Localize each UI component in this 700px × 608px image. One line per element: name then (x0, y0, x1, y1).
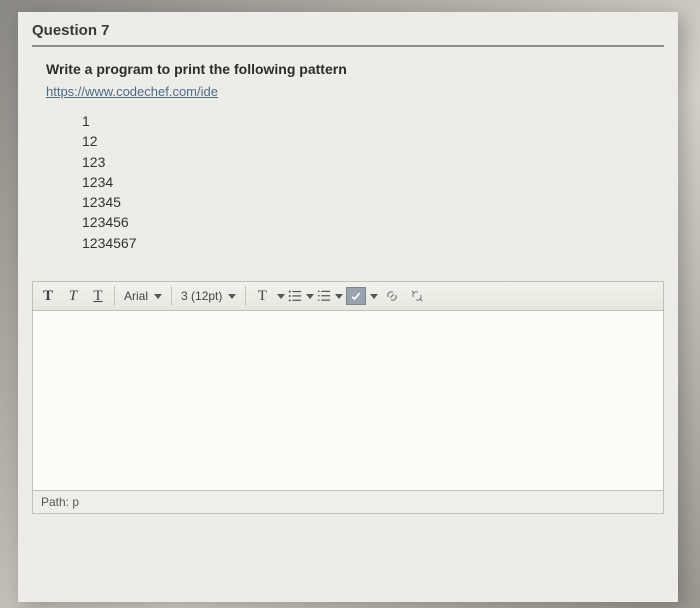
question-prompt: Write a program to print the following p… (46, 61, 664, 77)
pattern-line: 123456 (82, 212, 664, 232)
pattern-line: 123 (82, 152, 664, 172)
number-list-icon (317, 289, 331, 303)
font-family-label: Arial (124, 289, 148, 303)
bullet-list-icon (288, 289, 302, 303)
font-size-select[interactable]: 3 (12pt) (177, 285, 240, 307)
text-color-icon: T (251, 285, 273, 307)
separator (245, 286, 246, 306)
bullet-list-button[interactable] (288, 289, 314, 303)
chevron-down-icon (335, 294, 343, 299)
chevron-down-icon (370, 294, 378, 299)
separator (171, 286, 172, 306)
font-family-select[interactable]: Arial (120, 285, 166, 307)
text-color-button[interactable]: T (251, 285, 285, 307)
pattern-line: 1234567 (82, 233, 664, 253)
pattern-output: 1 12 123 1234 12345 123456 1234567 (46, 111, 664, 253)
italic-button[interactable]: T (62, 285, 84, 307)
chevron-down-icon (277, 294, 285, 299)
pattern-line: 1 (82, 111, 664, 131)
unlink-button[interactable] (406, 285, 428, 307)
spellcheck-icon (346, 287, 366, 305)
editor-path-bar: Path: p (32, 491, 664, 514)
font-size-label: 3 (12pt) (181, 289, 222, 303)
path-value: p (72, 495, 79, 509)
pattern-line: 12 (82, 131, 664, 151)
chevron-down-icon (306, 294, 314, 299)
path-label: Path: (41, 495, 69, 509)
question-header: Question 7 (32, 18, 664, 47)
spellcheck-button[interactable] (346, 287, 378, 305)
number-list-button[interactable] (317, 289, 343, 303)
link-icon (385, 289, 399, 303)
chevron-down-icon (154, 294, 162, 299)
link-button[interactable] (381, 285, 403, 307)
separator (114, 286, 115, 306)
pattern-line: 1234 (82, 172, 664, 192)
chevron-down-icon (228, 294, 236, 299)
editor-toolbar: T T T Arial 3 (12pt) T (32, 281, 664, 311)
question-page: Question 7 Write a program to print the … (18, 12, 678, 602)
underline-button[interactable]: T (87, 285, 109, 307)
bold-button[interactable]: T (37, 285, 59, 307)
question-content: Write a program to print the following p… (32, 61, 664, 253)
rich-text-editor: T T T Arial 3 (12pt) T (32, 281, 664, 514)
editor-body[interactable] (32, 311, 664, 491)
ide-link[interactable]: https://www.codechef.com/ide (46, 84, 218, 99)
unlink-icon (410, 289, 424, 303)
pattern-line: 12345 (82, 192, 664, 212)
